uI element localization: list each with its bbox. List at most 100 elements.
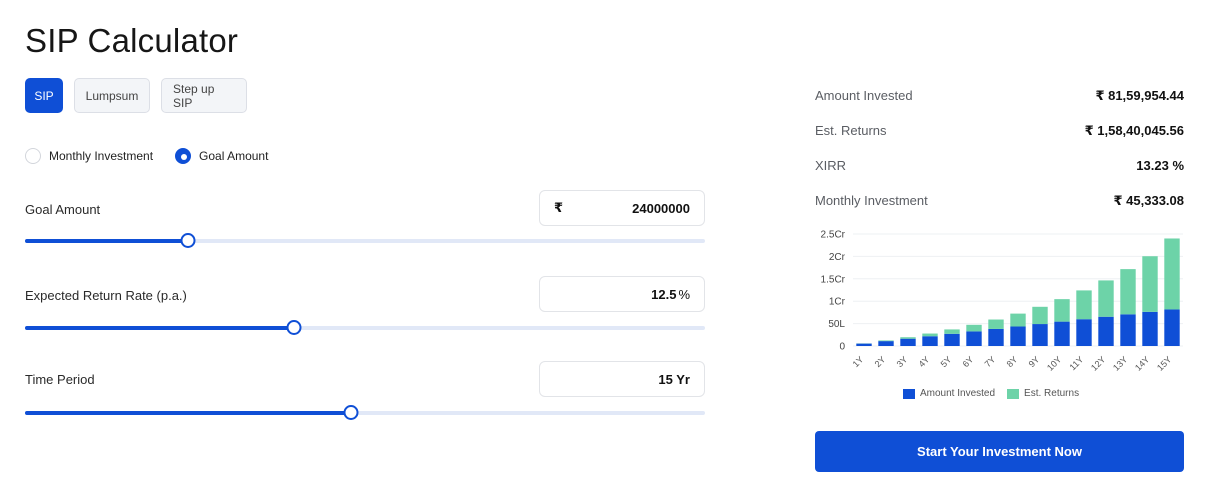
summary-value: 13.23 %: [1136, 158, 1184, 173]
bar-est-returns: [1164, 238, 1180, 310]
y-tick-label: 0: [839, 342, 845, 353]
return-rate-field[interactable]: 12.5 %: [539, 276, 705, 312]
return-rate-value: 12.5: [651, 286, 677, 302]
bar-est-returns: [1142, 256, 1158, 312]
x-tick-label: 8Y: [1005, 354, 1020, 369]
legend-swatch-returns: [1007, 388, 1020, 399]
bar-amount-invested: [1164, 309, 1180, 346]
return-rate-slider[interactable]: [25, 320, 705, 335]
bar-amount-invested: [1076, 319, 1092, 346]
summary-value: ₹ 81,59,954.44: [1095, 87, 1184, 103]
tab-sip[interactable]: SIP: [25, 78, 63, 113]
time-period-value: 15 Yr: [658, 371, 690, 387]
y-tick-label: 2.5Cr: [821, 230, 846, 241]
rupee-icon: ₹: [554, 200, 564, 215]
y-tick-label: 2Cr: [829, 252, 846, 263]
slider-thumb[interactable]: [180, 233, 196, 248]
time-period-label: Time Period: [25, 372, 95, 387]
summary-row-amount-invested: Amount Invested ₹ 81,59,954.44: [815, 78, 1184, 113]
x-tick-label: 12Y: [1089, 354, 1107, 372]
x-tick-label: 10Y: [1045, 354, 1063, 372]
x-tick-label: 3Y: [895, 354, 910, 369]
x-tick-label: 7Y: [983, 354, 998, 369]
bar-est-returns: [900, 337, 916, 339]
bar-est-returns: [1054, 299, 1070, 322]
x-tick-label: 11Y: [1067, 354, 1085, 372]
time-period-slider[interactable]: [25, 405, 705, 420]
bar-amount-invested: [922, 336, 938, 346]
radio-monthly-investment[interactable]: Monthly Investment: [25, 148, 153, 164]
radio-button-unchecked[interactable]: [25, 148, 41, 164]
tab-step-up-sip[interactable]: Step up SIP: [161, 78, 247, 113]
legend-label: Amount Invested: [920, 388, 996, 399]
start-investment-button[interactable]: Start Your Investment Now: [815, 431, 1184, 472]
summary-row-est-returns: Est. Returns ₹ 1,58,40,045.56: [815, 113, 1184, 148]
x-tick-label: 1Y: [851, 354, 866, 369]
stacked-bar-chart: 0 50L 1Cr 1.5Cr 2Cr 2.5Cr 1Y 2Y 3Y 4Y 5Y 6Y 7Y 8Y 9Y 10…: [821, 230, 1183, 373]
return-rate-label: Expected Return Rate (p.a.): [25, 288, 187, 303]
legend-swatch-invested: [903, 388, 915, 399]
goal-amount-field[interactable]: ₹ 24000000: [539, 190, 705, 226]
results-summary: Amount Invested ₹ 81,59,954.44 Est. Retu…: [815, 78, 1184, 218]
bar-amount-invested: [1010, 326, 1026, 346]
bar-est-returns: [1120, 269, 1136, 315]
legend-item-invested: Amount Invested: [903, 388, 995, 399]
bar-est-returns: [878, 340, 894, 342]
bar-amount-invested: [944, 333, 960, 346]
radio-label: Monthly Investment: [49, 149, 154, 163]
x-tick-label: 6Y: [961, 354, 976, 369]
summary-value: ₹ 1,58,40,045.56: [1084, 122, 1184, 138]
bar-amount-invested: [988, 328, 1004, 346]
calculator-tabs: SIP Lumpsum Step up SIP: [25, 78, 247, 113]
radio-button-checked[interactable]: [175, 148, 192, 164]
page-title: SIP Calculator: [25, 22, 239, 59]
bar-amount-invested: [1120, 314, 1136, 346]
bar-est-returns: [1076, 290, 1092, 320]
mode-radio-group: Monthly Investment Goal Amount: [25, 148, 268, 164]
bar-amount-invested: [900, 338, 916, 346]
chart-legend: Amount Invested Est. Returns: [903, 388, 1079, 399]
goal-amount-value: 24000000: [632, 200, 690, 216]
bar-est-returns: [1032, 306, 1048, 325]
slider-thumb[interactable]: [343, 405, 359, 420]
bar-amount-invested: [1032, 324, 1048, 346]
bar-amount-invested: [966, 331, 982, 346]
x-tick-label: 13Y: [1111, 354, 1129, 372]
bar-amount-invested: [878, 341, 894, 346]
time-period-field[interactable]: 15 Yr: [539, 361, 705, 397]
x-tick-label: 5Y: [939, 354, 954, 369]
bar-est-returns: [966, 324, 982, 332]
summary-value: ₹ 45,333.08: [1113, 192, 1185, 208]
slider-fill: [25, 239, 189, 243]
growth-chart: 0 50L 1Cr 1.5Cr 2Cr 2.5Cr 1Y 2Y 3Y 4Y 5Y 6Y 7Y 8Y 9Y 10…: [808, 222, 1192, 412]
goal-amount-label: Goal Amount: [25, 202, 101, 217]
bar-amount-invested: [856, 343, 872, 346]
radio-label: Goal Amount: [199, 149, 269, 163]
x-tick-label: 9Y: [1027, 354, 1042, 369]
bar-est-returns: [922, 333, 938, 337]
slider-thumb[interactable]: [286, 320, 302, 335]
summary-label: Amount Invested: [815, 88, 913, 103]
x-tick-label: 4Y: [917, 354, 932, 369]
x-tick-label: 2Y: [873, 354, 888, 369]
summary-label: Est. Returns: [815, 123, 887, 138]
bar-est-returns: [1010, 313, 1026, 327]
bar-amount-invested: [1142, 311, 1158, 346]
y-tick-label: 50L: [828, 319, 845, 330]
slider-fill: [25, 326, 294, 330]
y-tick-label: 1Cr: [829, 297, 846, 308]
bar-est-returns: [1098, 280, 1114, 317]
goal-amount-slider[interactable]: [25, 233, 705, 248]
legend-label: Est. Returns: [1024, 388, 1080, 399]
bar-est-returns: [944, 329, 960, 334]
legend-item-returns: Est. Returns: [1007, 388, 1079, 399]
tab-lumpsum[interactable]: Lumpsum: [74, 78, 150, 113]
bar-amount-invested: [1098, 316, 1114, 346]
radio-goal-amount[interactable]: Goal Amount: [175, 148, 268, 164]
summary-row-xirr: XIRR 13.23 %: [815, 148, 1184, 183]
sip-calculator-page: SIP Calculator SIP Lumpsum Step up SIP M…: [0, 0, 1222, 495]
summary-row-monthly-investment: Monthly Investment ₹ 45,333.08: [815, 183, 1184, 218]
y-tick-label: 1.5Cr: [821, 274, 846, 285]
x-tick-label: 15Y: [1155, 354, 1173, 372]
x-tick-label: 14Y: [1133, 354, 1151, 372]
